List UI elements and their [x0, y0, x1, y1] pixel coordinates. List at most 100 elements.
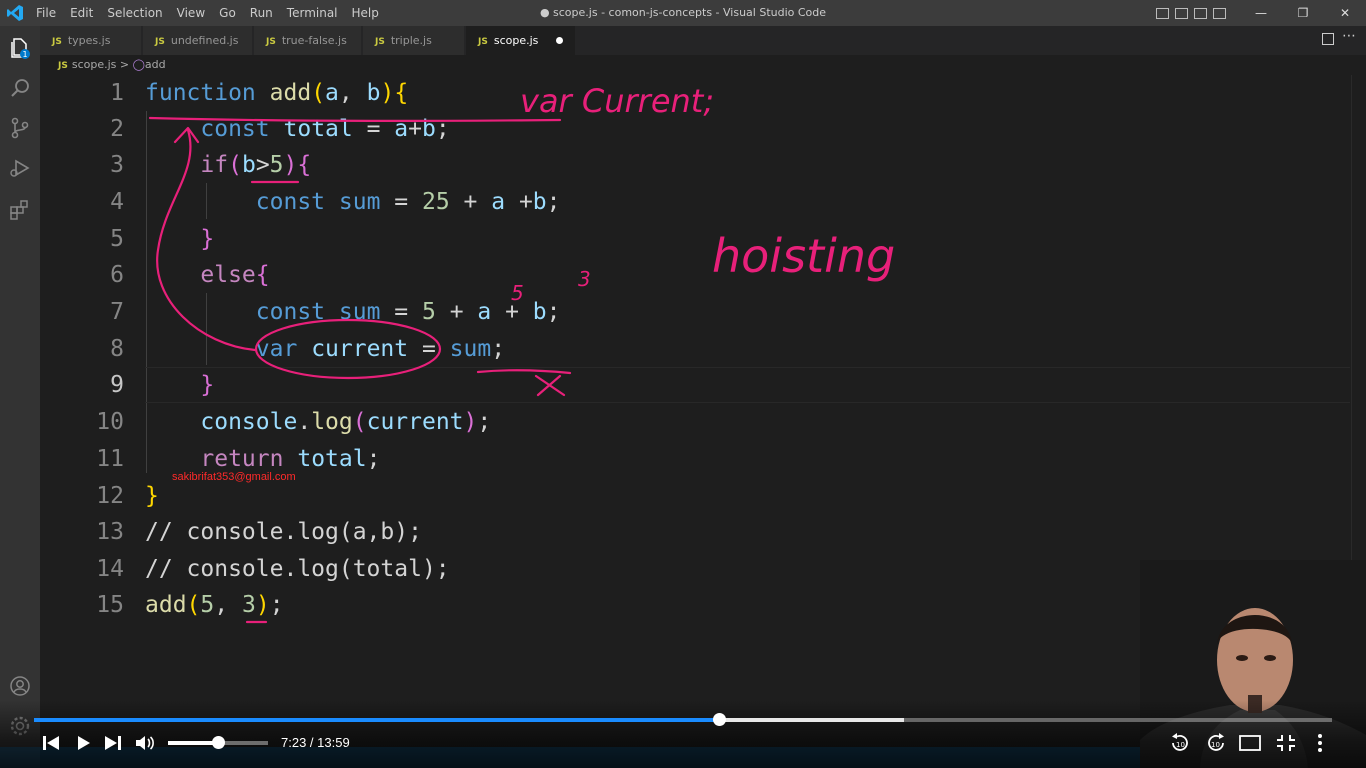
menu-file[interactable]: File [36, 0, 56, 26]
video-progress-bar[interactable] [34, 713, 1332, 726]
menu-terminal[interactable]: Terminal [287, 0, 338, 26]
previous-icon[interactable] [40, 733, 62, 753]
breadcrumb-separator: > [119, 58, 130, 71]
code-line-5[interactable]: 5 } [40, 221, 1350, 257]
symbol-icon: ◯ [132, 58, 145, 71]
theater-mode-icon[interactable] [1238, 732, 1262, 754]
menu-help[interactable]: Help [352, 0, 379, 26]
vscode-logo-icon [7, 5, 23, 21]
more-actions-icon[interactable]: ⋯ [1342, 28, 1356, 44]
code-line-4[interactable]: 4 const sum = 25 + a +b; [40, 184, 1350, 220]
toggle-secondary-sidebar-icon[interactable] [1194, 7, 1207, 19]
code-line-1[interactable]: 1 function add(a, b){ [40, 75, 1350, 111]
line-number: 14 [96, 556, 124, 582]
more-options-icon[interactable] [1310, 732, 1330, 754]
tab-types-js[interactable]: JS types.js [40, 26, 142, 55]
toggle-panel-icon[interactable] [1175, 7, 1188, 19]
code-line-10[interactable]: 10 console.log(current); [40, 404, 1350, 440]
customize-layout-icon[interactable] [1213, 7, 1226, 19]
tab-label: types.js [67, 34, 111, 47]
unsaved-dot-icon[interactable] [556, 37, 563, 44]
menu-view[interactable]: View [177, 0, 205, 26]
volume-handle[interactable] [212, 736, 225, 749]
layout-controls [1150, 0, 1226, 26]
extensions-icon[interactable] [8, 198, 32, 222]
js-file-icon: JS [155, 37, 165, 47]
tab-triple-js[interactable]: JS triple.js [363, 26, 465, 55]
menu-run[interactable]: Run [250, 0, 273, 26]
code-line-13[interactable]: 13 // console.log(a,b); [40, 514, 1350, 550]
menu-bar: File Edit Selection View Go Run Terminal… [36, 0, 393, 26]
line-number: 3 [110, 152, 124, 178]
line-number: 9 [110, 372, 124, 398]
menu-selection[interactable]: Selection [107, 0, 162, 26]
play-icon[interactable] [72, 733, 94, 753]
tab-scope-js[interactable]: JS scope.js [466, 26, 576, 55]
js-file-icon: JS [52, 37, 62, 47]
source-control-icon[interactable] [8, 116, 32, 140]
line-number: 13 [96, 519, 124, 545]
js-file-icon: JS [266, 37, 276, 47]
code-text: function add(a, b){ [145, 80, 409, 106]
search-icon[interactable] [8, 76, 32, 100]
breadcrumb-symbol[interactable]: add [145, 58, 166, 71]
code-line-7[interactable]: 7 const sum = 5 + a + b; [40, 294, 1350, 330]
minimize-icon[interactable]: — [1240, 0, 1282, 26]
tab-bar: JS types.js JS undefined.js JS true-false.j… [40, 26, 1366, 55]
tab-true-false-js[interactable]: JS true-false.js [254, 26, 362, 55]
played-bar [34, 718, 720, 722]
explorer-icon[interactable]: 1 [8, 36, 32, 60]
code-line-3[interactable]: 3 if(b>5){ [40, 147, 1350, 183]
line-number: 1 [110, 80, 124, 106]
line-number: 8 [110, 336, 124, 362]
line-number: 6 [110, 262, 124, 288]
close-icon[interactable]: ✕ [1324, 0, 1366, 26]
accounts-icon[interactable] [8, 674, 32, 698]
tab-undefined-js[interactable]: JS undefined.js [143, 26, 253, 55]
menu-edit[interactable]: Edit [70, 0, 93, 26]
tab-label: undefined.js [170, 34, 239, 47]
activity-bar: 1 [0, 26, 40, 768]
current-line-highlight [145, 367, 1350, 403]
code-text: } [200, 226, 215, 252]
line-number: 5 [110, 226, 124, 252]
video-player-controls [0, 700, 1366, 768]
volume-icon[interactable] [134, 733, 156, 753]
svg-text:1: 1 [22, 50, 27, 59]
line-number: 11 [96, 446, 124, 472]
code-text: // console.log(a,b); [145, 519, 422, 545]
code-line-6[interactable]: 6 else{ [40, 257, 1350, 293]
split-editor-icon[interactable] [1322, 33, 1334, 45]
js-file-icon: JS [478, 37, 488, 47]
breadcrumb-file[interactable]: scope.js [72, 58, 117, 71]
exit-fullscreen-icon[interactable] [1274, 732, 1298, 754]
tab-label: true-false.js [281, 34, 347, 47]
code-text: const sum = 25 + a +b; [255, 189, 561, 215]
forward-10-icon[interactable]: 10 [1204, 731, 1228, 755]
code-text: if(b>5){ [200, 152, 312, 178]
toggle-primary-sidebar-icon[interactable] [1156, 7, 1169, 19]
tab-label: scope.js [493, 34, 539, 47]
window-buttons: — ❐ ✕ [1240, 0, 1366, 26]
line-number: 2 [110, 116, 124, 142]
tab-label: triple.js [390, 34, 432, 47]
rewind-10-icon[interactable]: 10 [1168, 731, 1192, 755]
menu-go[interactable]: Go [219, 0, 236, 26]
code-text: } [200, 372, 215, 398]
js-file-icon: JS [58, 61, 68, 71]
code-line-8[interactable]: 8 var current = sum; [40, 331, 1350, 367]
code-text: var current = sum; [255, 336, 506, 362]
volume-slider[interactable] [168, 736, 268, 749]
next-icon[interactable] [102, 733, 124, 753]
code-text: // console.log(total); [145, 556, 450, 582]
code-text: add(5, 3); [145, 592, 284, 618]
svg-text:10: 10 [1176, 741, 1185, 749]
run-debug-icon[interactable] [8, 156, 32, 180]
code-line-2[interactable]: 2 const total = a+b; [40, 111, 1350, 147]
restore-icon[interactable]: ❐ [1282, 0, 1324, 26]
line-number: 7 [110, 299, 124, 325]
code-line-9[interactable]: 9 } [40, 367, 1350, 403]
code-line-12[interactable]: 12} [40, 478, 1350, 514]
code-text: const sum = 5 + a + b; [255, 299, 561, 325]
code-text: const total = a+b; [200, 116, 450, 142]
